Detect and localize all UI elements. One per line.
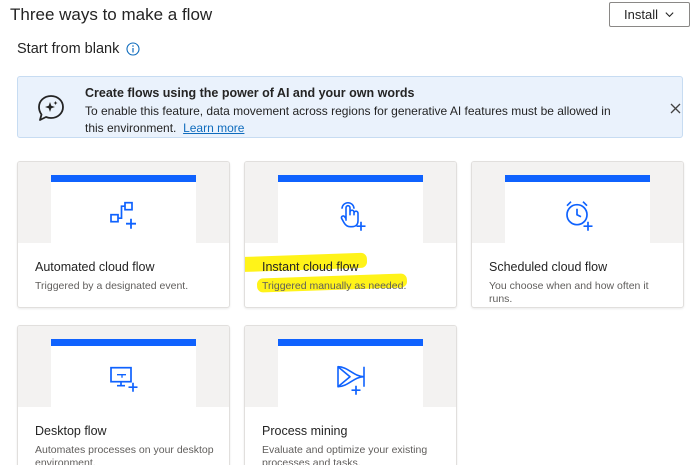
card-thumbnail <box>245 162 456 243</box>
card-thumbnail <box>18 162 229 243</box>
section-title: Start from blank <box>17 41 120 57</box>
card-preview <box>278 175 423 243</box>
section-header: Start from blank <box>17 41 140 57</box>
banner-close-button[interactable] <box>666 99 684 117</box>
card-description: Evaluate and optimize your existing proc… <box>262 444 428 465</box>
card-desktop-flow[interactable]: Desktop flow Automates processes on your… <box>17 325 230 465</box>
learn-more-link[interactable]: Learn more <box>183 121 244 135</box>
card-title: Scheduled cloud flow <box>489 260 608 274</box>
banner-text: To enable this feature, data movement ac… <box>85 104 611 135</box>
card-scheduled-cloud-flow[interactable]: Scheduled cloud flow You choose when and… <box>471 161 684 308</box>
process-mining-icon <box>336 365 365 395</box>
page-title: Three ways to make a flow <box>10 5 213 24</box>
install-button[interactable]: Install <box>609 2 690 27</box>
card-title: Process mining <box>262 424 348 438</box>
info-icon[interactable] <box>126 42 140 56</box>
card-description: Automates processes on your desktop envi… <box>35 444 214 465</box>
card-thumbnail <box>18 326 229 407</box>
card-title: Desktop flow <box>35 424 107 438</box>
alarm-clock-icon <box>565 200 592 231</box>
chat-sparkle-icon <box>38 95 64 121</box>
install-button-label: Install <box>624 7 658 22</box>
close-icon <box>670 103 680 113</box>
chevron-down-icon <box>665 12 674 18</box>
card-instant-cloud-flow[interactable]: Instant cloud flow Triggered manually as… <box>244 161 457 308</box>
ai-banner: Create flows using the power of AI and y… <box>17 76 683 138</box>
card-automated-cloud-flow[interactable]: Automated cloud flow Triggered by a desi… <box>17 161 230 308</box>
banner-body: To enable this feature, data movement ac… <box>85 103 625 137</box>
card-preview <box>278 339 423 407</box>
banner-title: Create flows using the power of AI and y… <box>85 86 415 100</box>
card-title: Automated cloud flow <box>35 260 155 274</box>
card-description: You choose when and how often it runs. <box>489 280 649 305</box>
card-process-mining[interactable]: Process mining Evaluate and optimize you… <box>244 325 457 465</box>
card-preview <box>505 175 650 243</box>
card-preview <box>51 175 196 243</box>
card-preview <box>51 339 196 407</box>
card-thumbnail <box>245 326 456 407</box>
automated-flow-icon <box>109 201 136 229</box>
card-title: Instant cloud flow <box>262 260 359 274</box>
card-description: Triggered manually as needed. <box>262 280 407 292</box>
desktop-flow-icon <box>109 366 137 392</box>
card-description: Triggered by a designated event. <box>35 280 189 292</box>
card-thumbnail <box>472 162 683 243</box>
touch-hand-icon <box>340 201 365 231</box>
